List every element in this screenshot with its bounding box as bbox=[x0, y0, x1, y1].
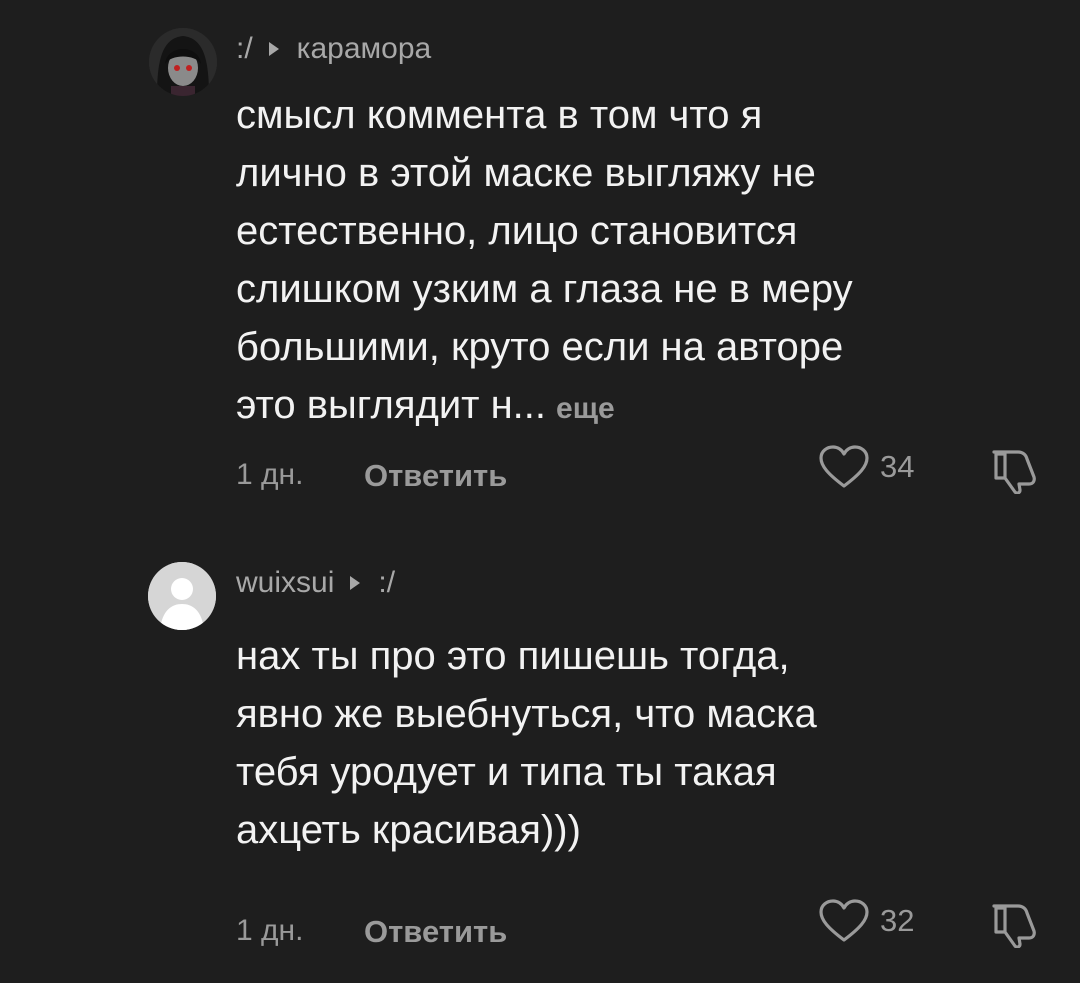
dislike-button[interactable] bbox=[988, 900, 1042, 953]
comment-line: смысл коммента в том что я bbox=[236, 93, 763, 137]
comment-line: слишком узким а глаза не в меру bbox=[236, 267, 853, 311]
like-button[interactable]: 34 bbox=[818, 444, 914, 490]
reply-to-name[interactable]: карамора bbox=[297, 32, 432, 66]
comment-text: нах ты про это пишешь тогда, явно же вые… bbox=[236, 627, 1056, 859]
comment-header: :/ карамора bbox=[236, 32, 431, 66]
author-name[interactable]: wuixsui bbox=[236, 566, 334, 600]
comment-text: смысл коммента в том что я лично в этой … bbox=[236, 86, 1056, 438]
comment-line: лично в этой маске выгляжу не bbox=[236, 151, 816, 195]
comment-line: нах ты про это пишешь тогда, bbox=[236, 634, 790, 678]
reply-arrow-icon bbox=[350, 576, 361, 590]
dislike-button[interactable] bbox=[988, 446, 1042, 499]
thumbs-down-icon bbox=[992, 904, 1036, 949]
comment-line: тебя уродует и типа ты такая bbox=[236, 750, 777, 794]
more-link[interactable]: еще bbox=[556, 392, 615, 425]
comment-line: ахцеть красивая))) bbox=[236, 808, 581, 852]
comment-header: wuixsui :/ bbox=[236, 566, 395, 600]
heart-icon bbox=[819, 445, 869, 488]
avatar[interactable] bbox=[149, 28, 217, 96]
comment-line: это выглядит н... bbox=[236, 383, 547, 427]
comment-line: естественно, лицо становится bbox=[236, 209, 798, 253]
comment-line: большими, круто если на авторе bbox=[236, 325, 844, 369]
like-button[interactable]: 32 bbox=[818, 898, 914, 944]
like-count: 32 bbox=[880, 903, 915, 938]
heart-icon bbox=[819, 899, 869, 942]
author-name[interactable]: :/ bbox=[236, 32, 253, 66]
avatar[interactable] bbox=[148, 562, 216, 630]
comment-line: явно же выебнуться, что маска bbox=[236, 692, 817, 736]
like-count: 34 bbox=[880, 449, 915, 484]
comment-line-last: это выглядит н... еще bbox=[236, 376, 1056, 438]
reply-button[interactable]: Ответить bbox=[364, 458, 507, 494]
reply-button[interactable]: Ответить bbox=[364, 914, 507, 950]
timestamp: 1 дн. bbox=[236, 914, 304, 947]
reply-arrow-icon bbox=[268, 42, 279, 56]
default-avatar-icon bbox=[148, 562, 216, 630]
user-avatar-anime-icon bbox=[149, 28, 217, 96]
timestamp: 1 дн. bbox=[236, 458, 304, 491]
reply-to-name[interactable]: :/ bbox=[378, 566, 395, 600]
thumbs-down-icon bbox=[992, 450, 1036, 495]
